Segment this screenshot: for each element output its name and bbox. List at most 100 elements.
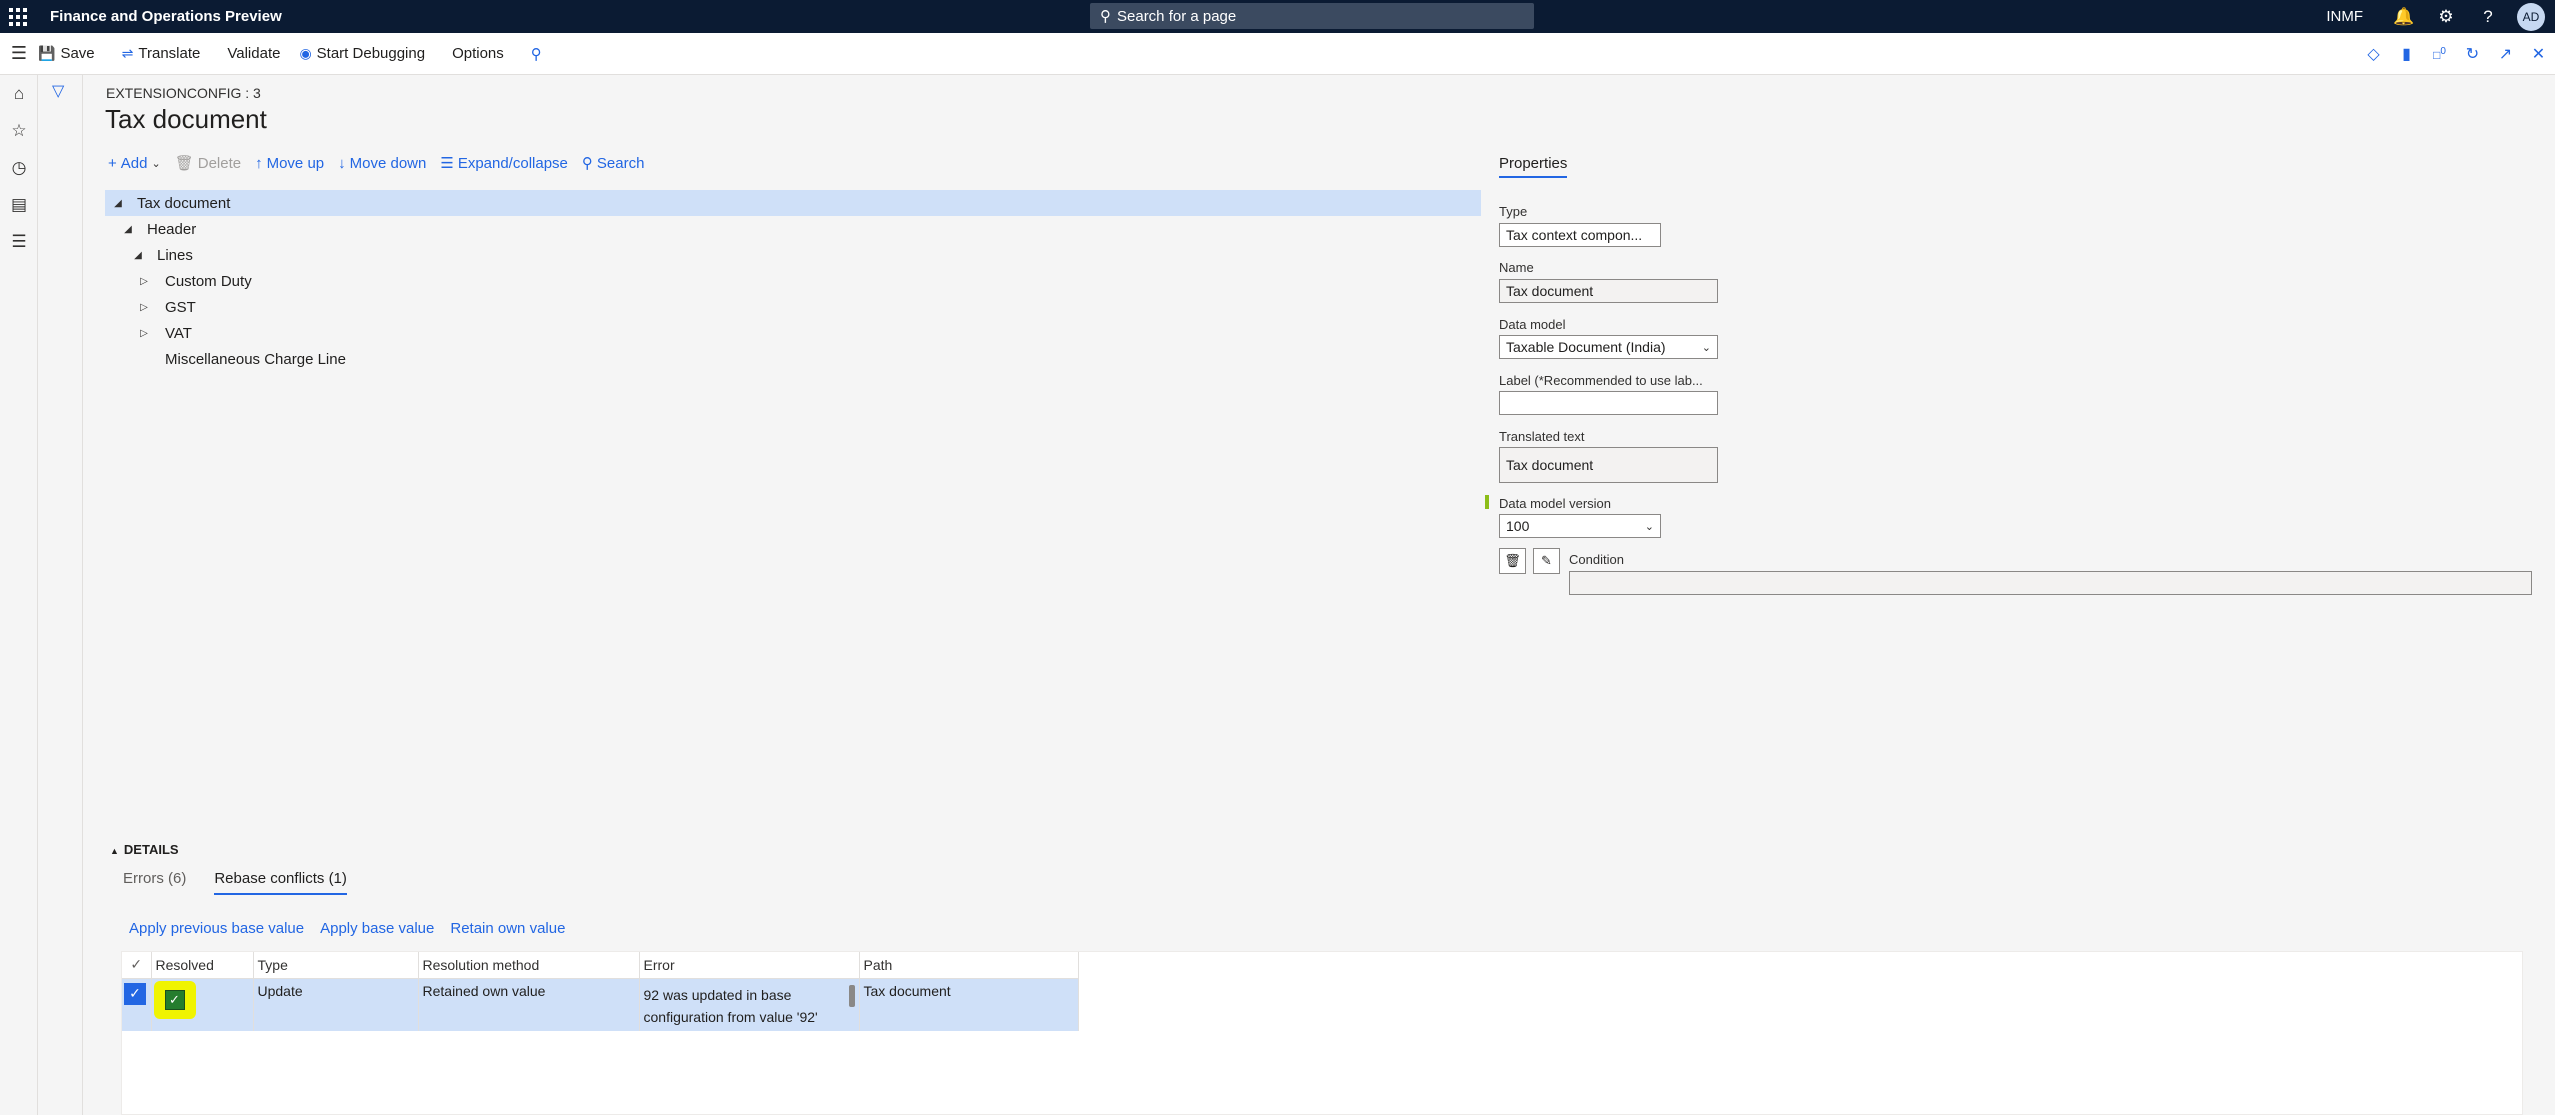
label-field-label: Label (*Recommended to use lab... (1499, 373, 1703, 388)
tree-node-gst[interactable]: ▷ GST (105, 294, 1481, 320)
modules-icon[interactable]: ☰ (0, 223, 38, 260)
delete-condition-button[interactable]: 🗑 (1499, 548, 1526, 574)
column-header-resolution-method[interactable]: Resolution method (418, 952, 640, 979)
top-bar-right: INMF 🔔 ⚙ ? AD (2326, 0, 2555, 33)
label-field[interactable] (1499, 391, 1718, 415)
move-down-button[interactable]: ↓ Move down (338, 154, 426, 172)
condition-field[interactable] (1569, 571, 2532, 595)
collapse-triangle-icon[interactable]: ◢ (121, 224, 135, 235)
pencil-icon: ✎ (1541, 553, 1552, 568)
type-cell: Update (253, 978, 419, 1031)
tab-rebase-conflicts[interactable]: Rebase conflicts (1) (214, 870, 347, 895)
data-model-version-dropdown[interactable]: 100 ⌄ (1499, 514, 1661, 538)
data-model-label: Data model (1499, 317, 1566, 332)
tree-node-vat[interactable]: ▷ VAT (105, 320, 1481, 346)
resolution-method-cell: Retained own value (418, 978, 640, 1031)
resolved-cell: ✓ (151, 978, 254, 1031)
app-launcher-icon[interactable] (0, 0, 36, 33)
expand-triangle-icon[interactable]: ▷ (137, 302, 151, 313)
debug-icon: ◉ (299, 45, 312, 61)
diamond-icon[interactable]: ◇ (2357, 44, 2390, 64)
close-icon[interactable]: ✕ (2522, 44, 2555, 64)
avatar[interactable]: AD (2517, 2, 2545, 31)
name-field[interactable]: Tax document (1499, 279, 1718, 303)
delete-button[interactable]: 🗑 Delete (175, 154, 241, 173)
chevron-down-icon: ⌄ (1644, 520, 1654, 533)
bell-icon[interactable]: 🔔 (2383, 7, 2425, 27)
data-model-dropdown[interactable]: Taxable Document (India) ⌄ (1499, 335, 1718, 359)
chevron-down-icon: ⌄ (151, 157, 161, 170)
collapse-triangle-icon[interactable]: ◢ (131, 250, 145, 261)
hamburger-icon[interactable]: ☰ (0, 43, 38, 64)
error-line-2: configuration from value '92' (643, 1008, 818, 1025)
company-picker[interactable]: INMF (2326, 8, 2363, 25)
tree-search-button[interactable]: ⚲ Search (582, 154, 645, 173)
row-selector[interactable]: ✓ (122, 978, 152, 1031)
search-icon: ⚲ (1100, 8, 1111, 25)
favorites-icon[interactable]: ☆ (0, 112, 38, 149)
error-cell: 92 was updated in base configuration fro… (639, 978, 860, 1031)
tree-node-tax-document[interactable]: ◢ Tax document (105, 190, 1481, 216)
column-header-resolved[interactable]: Resolved (151, 952, 254, 979)
rebase-conflicts-grid: ✓ Resolved Type Resolution method Error … (121, 951, 2523, 1115)
validate-button[interactable]: Validate (227, 45, 280, 62)
edit-condition-button[interactable]: ✎ (1533, 548, 1560, 574)
office-icon[interactable]: ▮ (2390, 44, 2423, 64)
condition-label: Condition (1569, 552, 1624, 567)
tree-node-custom-duty[interactable]: ▷ Custom Duty (105, 268, 1481, 294)
app-title[interactable]: Finance and Operations Preview (50, 8, 282, 25)
tab-properties[interactable]: Properties (1499, 155, 1568, 178)
workspaces-icon[interactable]: ▤ (0, 186, 38, 223)
table-row[interactable]: ✓ ✓ Update Retained own value 92 was upd… (122, 978, 1079, 1031)
home-icon[interactable]: ⌂ (0, 75, 38, 112)
filter-pane: ▽ (38, 75, 83, 1115)
expand-collapse-button[interactable]: ☰ Expand/collapse (440, 154, 568, 173)
details-header[interactable]: ▲ DETAILS (110, 842, 179, 857)
retain-own-value-button[interactable]: Retain own value (450, 920, 565, 937)
resolved-checkbox[interactable]: ✓ (164, 989, 185, 1010)
action-pane: ☰ 💾 Save ⇌ Translate Validate ◉ Start Debug… (0, 33, 2555, 75)
open-new-window-icon[interactable]: ↗ (2489, 44, 2522, 64)
details-tabs: Errors (6) Rebase conflicts (1) (123, 870, 375, 895)
list-icon: ☰ (440, 155, 454, 172)
expand-triangle-icon[interactable]: ▷ (137, 276, 151, 287)
recent-icon[interactable]: ◷ (0, 149, 38, 186)
tree-toolbar: + Add ⌄ 🗑 Delete ↑ Move up ↓ Move down ☰ Expan… (108, 154, 658, 173)
apply-previous-base-value-button[interactable]: Apply previous base value (129, 920, 304, 937)
column-header-path[interactable]: Path (859, 952, 1079, 979)
gear-icon[interactable]: ⚙ (2425, 7, 2467, 27)
page-search-box[interactable]: ⚲ Search for a page (1090, 3, 1534, 29)
help-icon[interactable]: ? (2467, 7, 2509, 27)
column-header-error[interactable]: Error (639, 952, 860, 979)
move-up-button[interactable]: ↑ Move up (255, 154, 324, 172)
tab-errors[interactable]: Errors (6) (123, 870, 186, 895)
error-line-1: 92 was updated in base (643, 986, 792, 1003)
action-pane-right: ◇ ▮ □0 ↻ ↗ ✕ (2357, 33, 2555, 75)
expand-triangle-icon[interactable]: ▷ (137, 328, 151, 339)
tree-node-header[interactable]: ◢ Header (105, 216, 1481, 242)
collapse-triangle-icon[interactable]: ◢ (111, 198, 125, 209)
cell-scrollbar[interactable] (848, 984, 855, 1007)
column-header-type[interactable]: Type (253, 952, 419, 979)
translated-text-field[interactable]: Tax document (1499, 447, 1718, 483)
top-bar: Finance and Operations Preview ⚲ Search … (0, 0, 2555, 33)
pane-splitter[interactable] (1485, 495, 1489, 509)
translate-button[interactable]: ⇌ Translate (122, 45, 201, 62)
apply-base-value-button[interactable]: Apply base value (320, 920, 434, 937)
notification-badge-icon[interactable]: □0 (2423, 46, 2456, 62)
select-all-checkbox[interactable]: ✓ (122, 952, 152, 979)
type-field[interactable]: Tax context compon... (1499, 223, 1661, 247)
arrow-down-icon: ↓ (338, 154, 346, 172)
filter-icon[interactable]: ▽ (52, 81, 64, 101)
add-button[interactable]: + Add ⌄ (108, 154, 161, 172)
options-tab[interactable]: Options (452, 45, 504, 62)
tree-node-lines[interactable]: ◢ Lines (105, 242, 1481, 268)
path-cell: Tax document (859, 978, 1079, 1031)
refresh-icon[interactable]: ↻ (2456, 44, 2489, 64)
save-button[interactable]: 💾 Save (38, 45, 95, 62)
start-debugging-button[interactable]: ◉ Start Debugging (299, 45, 425, 62)
translated-text-label: Translated text (1499, 429, 1585, 444)
tree-node-misc-charge-line[interactable]: Miscellaneous Charge Line (105, 346, 1481, 372)
action-search-icon[interactable]: ⚲ (531, 45, 542, 63)
type-label: Type (1499, 204, 1528, 219)
